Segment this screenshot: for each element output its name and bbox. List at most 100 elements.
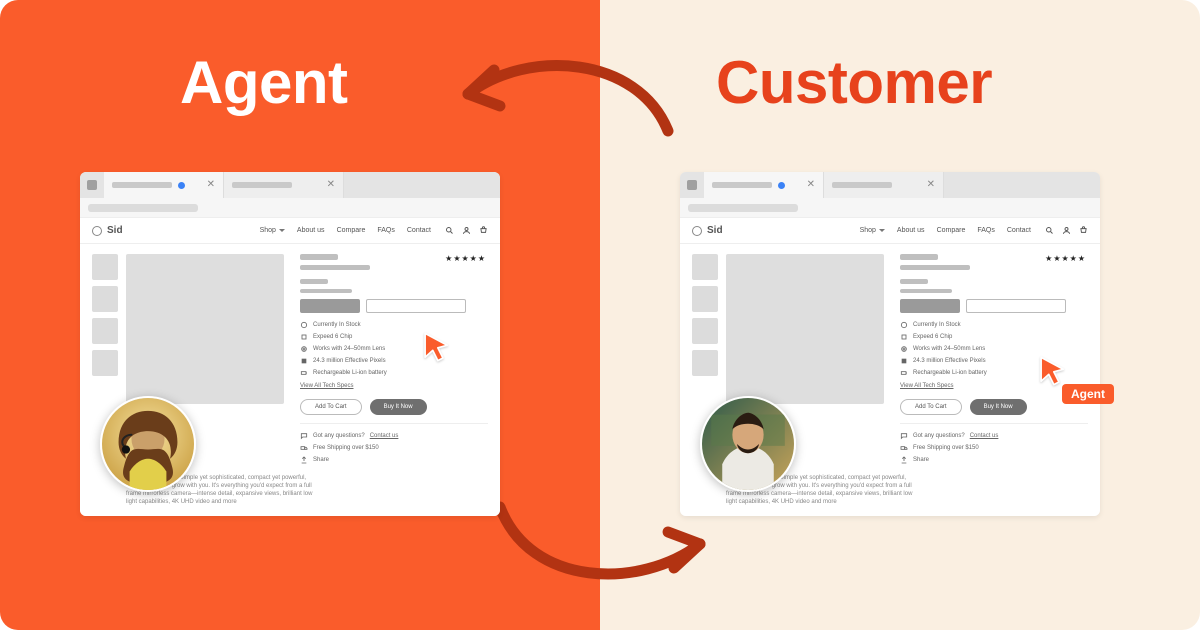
browser-tab-active[interactable]: ✕ (704, 172, 824, 198)
brand-logo[interactable]: Sid (92, 225, 123, 236)
nav-about[interactable]: About us (297, 227, 325, 234)
product-main-image[interactable] (126, 254, 284, 404)
browser-tab-active[interactable]: ✕ (104, 172, 224, 198)
customer-avatar (700, 396, 796, 492)
nav-faqs[interactable]: FAQs (977, 227, 995, 234)
customer-heading: Customer (716, 48, 992, 117)
close-icon[interactable]: ✕ (807, 180, 815, 190)
title-placeholder (900, 254, 938, 260)
close-icon[interactable]: ✕ (207, 180, 215, 190)
nav-shop[interactable]: Shop (260, 227, 285, 234)
nav-compare[interactable]: Compare (937, 227, 966, 234)
divider (300, 423, 488, 424)
nav-about[interactable]: About us (897, 227, 925, 234)
subtitle-placeholder (300, 265, 370, 270)
add-to-cart-button[interactable]: Add To Cart (300, 399, 362, 415)
search-icon[interactable] (445, 226, 454, 235)
nav-compare[interactable]: Compare (337, 227, 366, 234)
brand-logo[interactable]: Sid (692, 225, 723, 236)
nav-faqs[interactable]: FAQs (377, 227, 395, 234)
customer-view-agent-cursor-icon (1036, 354, 1070, 388)
meta-share[interactable]: Share (300, 456, 488, 464)
chat-icon (900, 432, 908, 440)
thumbnail[interactable] (692, 254, 718, 280)
close-icon[interactable]: ✕ (927, 180, 935, 190)
user-icon[interactable] (462, 226, 471, 235)
agent-heading: Agent (180, 48, 347, 117)
feature-lens: Works with 24–50mm Lens (900, 345, 1088, 353)
stock-icon (900, 321, 908, 329)
site-nav: Sid Shop About us Compare FAQs Contact (680, 218, 1100, 244)
tech-specs-link[interactable]: View All Tech Specs (300, 383, 353, 389)
product-main-image[interactable] (726, 254, 884, 404)
chip-icon (900, 333, 908, 341)
address-bar[interactable] (80, 198, 500, 218)
tech-specs-link[interactable]: View All Tech Specs (900, 383, 953, 389)
search-icon[interactable] (1045, 226, 1054, 235)
battery-icon (900, 369, 908, 377)
favicon-icon (778, 182, 785, 189)
feature-pixels: 24.3 million Effective Pixels (300, 357, 488, 365)
thumbnail[interactable] (692, 318, 718, 344)
nav-shop[interactable]: Shop (860, 227, 885, 234)
subtitle-placeholder (900, 265, 970, 270)
meta-shipping: Free Shipping over $150 (900, 444, 1088, 452)
meta-questions: Got any questions? Contact us (900, 432, 1088, 440)
contact-us-link[interactable]: Contact us (970, 433, 999, 439)
feature-battery: Rechargeable Li-ion battery (300, 369, 488, 377)
product-details: ★★★★★ Currently In Stock Expeed 6 Chip W… (300, 254, 488, 468)
thumbnail[interactable] (92, 286, 118, 312)
nav-contact[interactable]: Contact (1007, 227, 1031, 234)
feature-chip: Expeed 6 Chip (900, 333, 1088, 341)
price-placeholder (900, 279, 928, 284)
stock-icon (300, 321, 308, 329)
variant-selector[interactable] (900, 299, 960, 313)
thumbnail[interactable] (692, 350, 718, 376)
lens-icon (300, 345, 308, 353)
nav-links: Shop About us Compare FAQs Contact (260, 227, 431, 234)
tab-bar: ✕ ✕ (680, 172, 1100, 198)
user-icon[interactable] (1062, 226, 1071, 235)
browser-tab[interactable]: ✕ (224, 172, 344, 198)
pixels-icon (900, 357, 908, 365)
add-to-cart-button[interactable]: Add To Cart (900, 399, 962, 415)
variant-selector[interactable] (366, 299, 466, 313)
buy-now-button[interactable]: Buy It Now (370, 399, 427, 415)
window-menu-icon (80, 172, 104, 198)
browser-tab[interactable]: ✕ (824, 172, 944, 198)
variant-selector[interactable] (300, 299, 360, 313)
feature-lens: Works with 24–50mm Lens (300, 345, 488, 353)
variant-selector[interactable] (966, 299, 1066, 313)
truck-icon (300, 444, 308, 452)
url-placeholder (88, 204, 198, 212)
share-icon (300, 456, 308, 464)
thumbnail[interactable] (92, 254, 118, 280)
meta-share[interactable]: Share (900, 456, 1088, 464)
favicon-icon (178, 182, 185, 189)
url-placeholder (688, 204, 798, 212)
thumbnail[interactable] (92, 350, 118, 376)
logo-icon (92, 226, 102, 236)
buy-now-button[interactable]: Buy It Now (970, 399, 1027, 415)
nav-contact[interactable]: Contact (407, 227, 431, 234)
address-bar[interactable] (680, 198, 1100, 218)
tab-title-placeholder (112, 182, 172, 188)
chevron-down-icon (279, 229, 285, 232)
cursor-agent-label: Agent (1062, 384, 1114, 404)
pixels-icon (300, 357, 308, 365)
window-menu-icon (680, 172, 704, 198)
nav-links: Shop About us Compare FAQs Contact (860, 227, 1031, 234)
rating-stars: ★★★★★ (1045, 254, 1086, 263)
brand-name: Sid (707, 225, 723, 236)
battery-icon (300, 369, 308, 377)
close-icon[interactable]: ✕ (327, 180, 335, 190)
chat-icon (300, 432, 308, 440)
thumbnail[interactable] (92, 318, 118, 344)
tab-bar: ✕ ✕ (80, 172, 500, 198)
meta-shipping: Free Shipping over $150 (300, 444, 488, 452)
contact-us-link[interactable]: Contact us (370, 433, 399, 439)
thumbnail[interactable] (692, 286, 718, 312)
chip-icon (300, 333, 308, 341)
cart-icon[interactable] (1079, 226, 1088, 235)
cart-icon[interactable] (479, 226, 488, 235)
